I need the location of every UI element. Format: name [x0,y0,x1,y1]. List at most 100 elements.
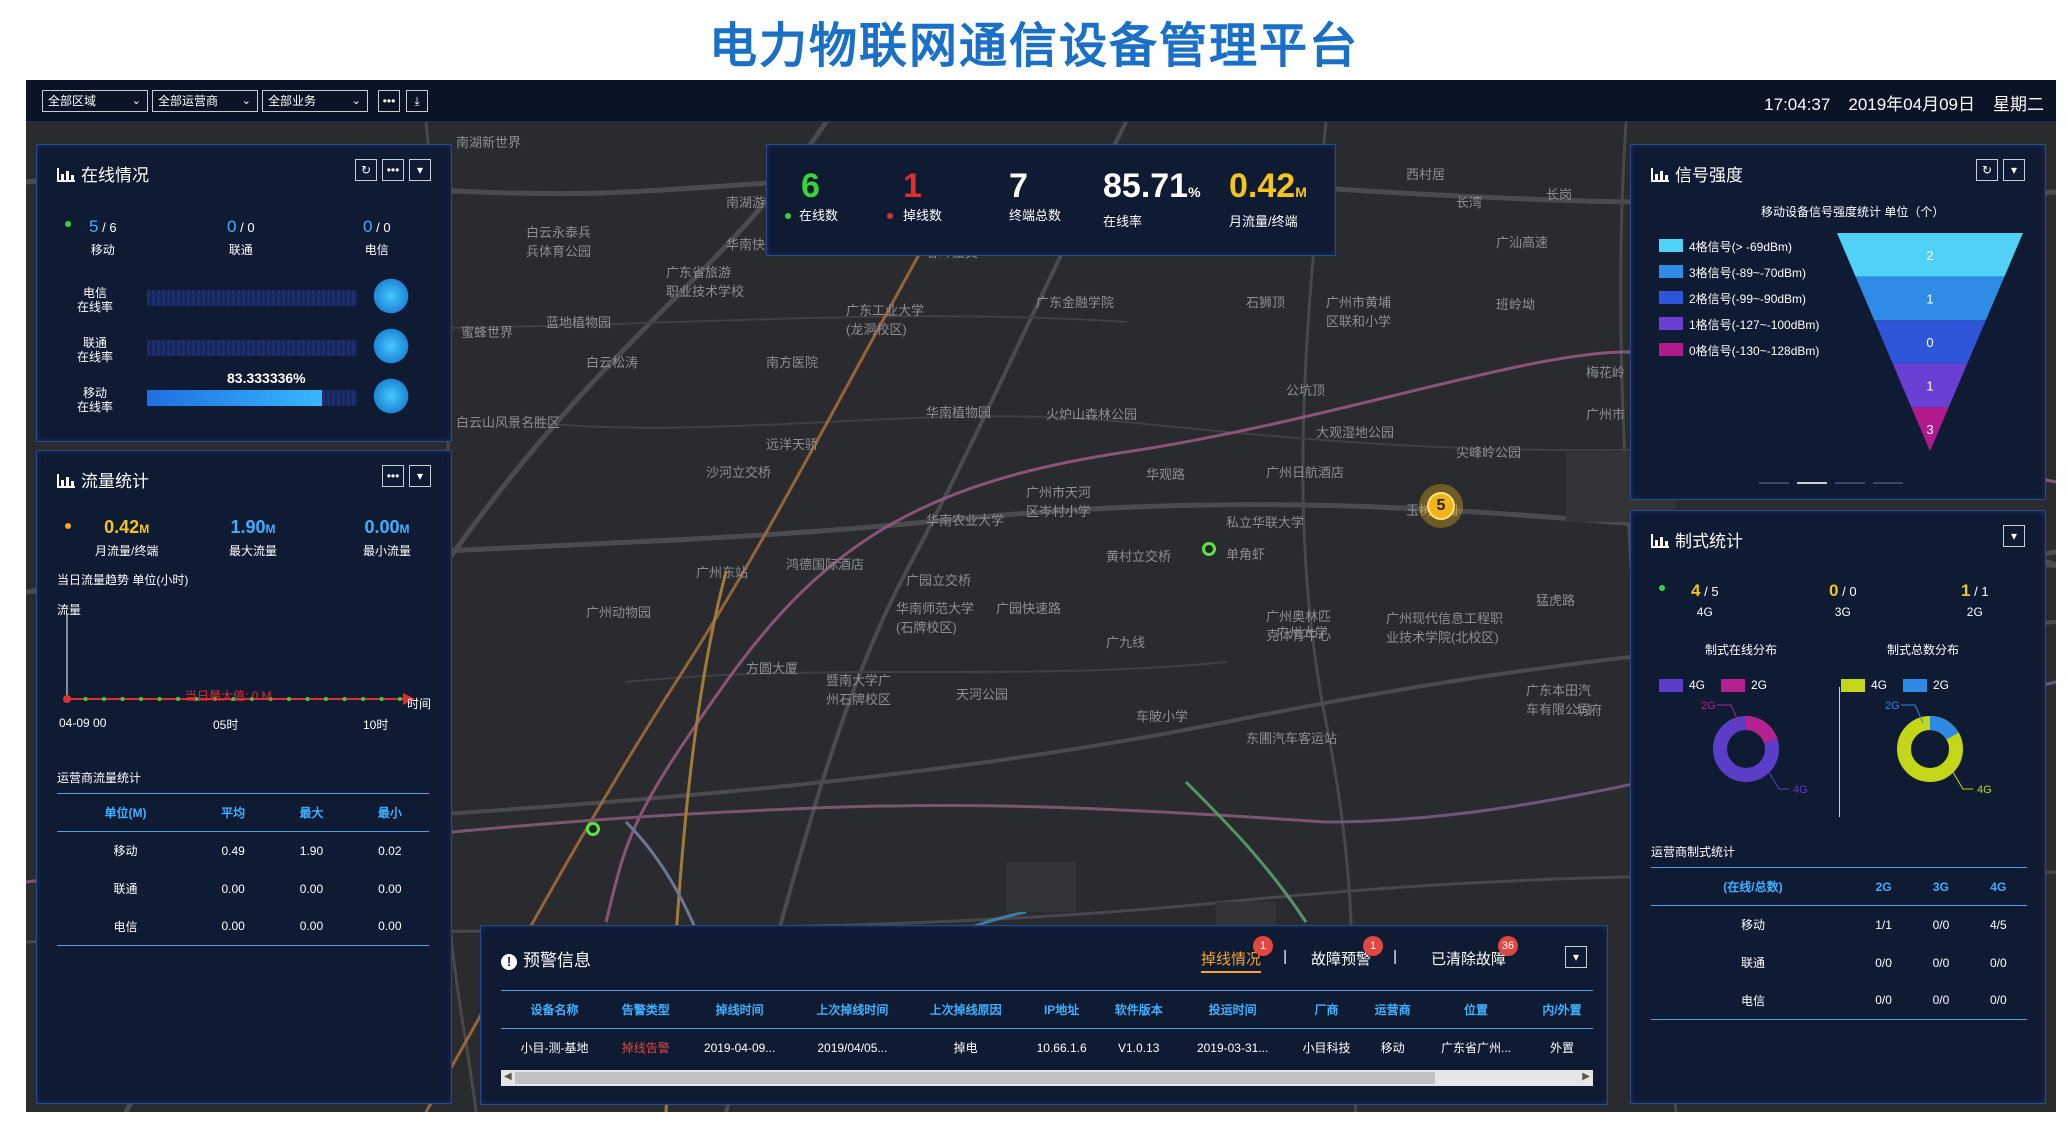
scrollbar-thumb[interactable] [515,1072,1435,1084]
chevron-down-icon: ⌄ [351,95,361,107]
rate-bar [147,340,357,356]
ellipsis-icon[interactable]: ••• [382,465,404,487]
funnel-value: 0 [1926,335,1933,350]
trend-x-tick: 10时 [363,718,389,732]
table-cell: 0.02 [378,843,402,858]
table-cell: 10.66.1.6 [1036,1040,1087,1055]
map-place-label: 长湾 [1456,195,1483,210]
table-cell: 联通 [113,882,138,896]
alert-count-badge: 36 [1497,936,1519,956]
signal-chart-title: 移动设备信号强度统计 单位（个） [1761,205,1945,219]
table-header-cell: 最小 [377,806,402,820]
map-place-label: 南方医院 [766,355,819,370]
region-select-label: 全部区域 [48,94,97,108]
signal-panel-title: 信号强度 [1651,161,1743,186]
dropdown-icon[interactable]: ▾ [2003,159,2025,181]
rate-label: 电信 在线率 [77,286,114,314]
table-row[interactable]: 移动 0.49 1.90 0.02 [57,832,429,870]
legend-swatch [1659,291,1683,304]
map-place-label: 大观湿地公园 [1316,425,1395,440]
online-panel: 在线情况 ↻ ••• ▾ 5 / 6 移动 0 / 0 联通 0 / 0 电信 电信 在线率联… [36,144,452,442]
trend-point [176,697,180,701]
region-select[interactable]: 全部区域 ⌄ [42,90,148,112]
map-pin-icon[interactable] [1202,542,1216,556]
map-place-label: 广州动物园 [586,605,652,620]
table-row[interactable]: 联通 0.00 0.00 0.00 [57,870,429,908]
map-place-label: 广州大学 [1276,625,1329,640]
business-select[interactable]: 全部业务 ⌄ [262,90,368,112]
map-place-label: 广汕高速 [1496,235,1549,250]
dropdown-icon[interactable]: ▾ [409,465,431,487]
trend-point [324,697,328,701]
alerts-table: 设备名称 告警类型 掉线时间 上次掉线时间 上次掉线原因 IP地址 软件版本 投运时间 厂商 运营… [501,990,1593,1067]
offline-label: 掉线数 [903,208,943,223]
table-header-cell: 位置 [1463,1003,1488,1017]
alert-tab[interactable]: 已清除故障 36 [1431,936,1519,969]
map-place-label: 鸿德国际酒店 [786,557,865,572]
donut-total: 2G 4G [1885,700,1992,796]
table-cell: 电信 [1740,993,1765,1008]
map-place-label: 广州市天河 区岑村小学 [1026,485,1092,519]
online-panel-title: 在线情况 [57,161,149,186]
dropdown-icon[interactable]: ▾ [409,159,431,181]
clock-date: 2019年04月09日 [1848,95,1975,114]
map-place-label: 华南师范大学 (石牌校区) [896,601,975,635]
mode-kpi: 1 / 1 2G [1961,581,1989,619]
alert-count-badge: 1 [1253,936,1274,956]
dropdown-icon[interactable]: ▾ [2003,525,2025,547]
table-row[interactable]: 移动 1/1 0/0 4/5 [1651,906,2027,944]
horizontal-scrollbar[interactable]: ◀ ▶ [501,1070,1593,1086]
online-count: 6 [801,167,820,205]
map-place-label: 白云永泰兵 兵体育公园 [526,225,592,259]
online-title-text: 在线情况 [81,166,149,185]
mode-kpi-label: 2G [1966,605,1983,619]
map-cluster-marker[interactable]: 5 [1419,484,1463,528]
traffic-kpi-unit: M [139,522,150,536]
scroll-left-icon[interactable]: ◀ [504,1071,512,1082]
legend-swatch [1659,317,1683,330]
carrier-traffic-table: 单位(M) 平均 最大 最小 移动 0.49 1.90 0.02 联通 0.00 0.00 0.00 电… [57,793,429,946]
traffic-kpi: 1.90M 最大流量 [229,517,277,559]
alert-tab[interactable]: 故障预警 1 | [1311,936,1397,969]
legend-swatch [1659,239,1683,252]
table-row[interactable]: 电信 0.00 0.00 0.00 [57,908,429,946]
traffic-panel: 流量统计 ••• ▾ 0.42M 月流量/终端 1.90M 最大流量 0.00M 最小流量 … [36,450,452,1104]
map-place-label: 远洋天骄 [766,437,819,452]
mode-kpi-total: 0 [1849,584,1857,599]
offline-dot-icon [887,213,893,219]
table-row[interactable]: 电信 0/0 0/0 0/0 [1651,982,2027,1020]
traffic-kpi-label: 最小流量 [363,544,412,558]
flow-value: 0.42 [1229,167,1296,205]
funnel-value: 1 [1926,291,1933,306]
refresh-icon[interactable]: ↻ [355,159,377,181]
scroll-right-icon[interactable]: ▶ [1582,1071,1590,1082]
more-button[interactable]: ••• [378,90,400,112]
map-place-label: 白云山风景名胜区 [456,415,561,430]
download-button[interactable]: ⤓ [406,90,428,112]
map-place-label: 蜜蜂世界 [461,325,514,340]
alerts-panel-title: ! 预警信息 [501,946,591,971]
top-bar: 全部区域 ⌄ 全部运营商 ⌄ 全部业务 ⌄ ••• ⤓ 17:04:37 2019年04… [26,80,2056,122]
table-header-row: 单位(M) 平均 最大 最小 [57,793,429,832]
rate-bar [147,290,357,306]
refresh-icon[interactable]: ↻ [1976,159,1998,181]
ellipsis-icon[interactable]: ••• [382,159,404,181]
table-cell: V1.0.13 [1118,1040,1160,1055]
alert-tab[interactable]: 掉线情况 1 | [1201,936,1287,973]
mode-kpi: 0 / 0 3G [1829,581,1857,619]
trend-point [379,697,384,701]
alert-tab-label: 已清除故障 [1431,951,1507,968]
legend-label: 4格信号(> -69dBm) [1689,240,1793,254]
donut-label: 2G [1701,700,1716,712]
table-row[interactable]: 联通 0/0 0/0 0/0 [1651,944,2027,982]
funnel-value: 2 [1926,248,1933,263]
map-pin-icon[interactable] [586,822,600,836]
carrier-select[interactable]: 全部运营商 ⌄ [152,90,258,112]
carrier-select-label: 全部运营商 [158,94,219,108]
legend-label: 0格信号(-130~-128dBm) [1689,344,1820,358]
total-dist-title: 制式总数分布 [1887,643,1960,657]
table-cell: 移动 [1740,918,1765,933]
dropdown-icon[interactable]: ▾ [1565,946,1587,968]
trend-x-tick: 04-09 00 [59,716,107,730]
table-row[interactable]: 小目-测-基地 掉线告警 2019-04-09... 2019/04/05... 掉电 1… [501,1029,1593,1067]
